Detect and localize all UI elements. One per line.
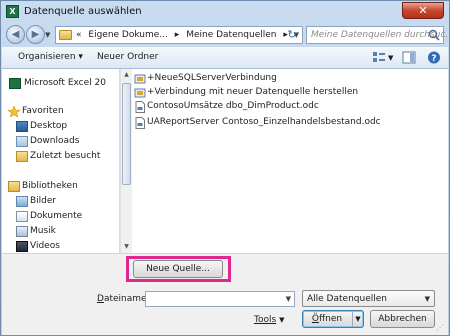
breadcrumb-item-data-sources[interactable]: Meine Datenquellen	[186, 30, 276, 40]
nav-item-documents[interactable]: Dokumente	[2, 210, 114, 224]
list-item-label: UAReportServer Contoso_Einzelhandelsbest…	[147, 117, 381, 127]
view-options-icon[interactable]	[372, 51, 386, 64]
nav-item-music[interactable]: Musik	[2, 225, 114, 239]
help-icon[interactable]: ?	[427, 51, 441, 64]
refresh-button[interactable]: ↻	[284, 28, 300, 42]
recent-locations-dropdown[interactable]: ▼	[45, 31, 50, 39]
back-button[interactable]: ◀	[6, 25, 25, 44]
odc-file-icon	[135, 117, 145, 129]
tools-label: Tools	[254, 315, 277, 325]
nav-item-label: Videos	[30, 241, 60, 251]
pictures-icon	[16, 196, 28, 207]
organize-menu[interactable]: Organisieren ▾	[18, 52, 83, 62]
nav-item-label: Favoriten	[22, 106, 64, 116]
nav-item-desktop[interactable]: Desktop	[2, 120, 114, 134]
nav-item-label: Desktop	[30, 121, 68, 131]
chevron-down-icon: ▼	[424, 295, 430, 303]
nav-item-label: Dokumente	[30, 211, 83, 221]
scroll-up-arrow[interactable]: ▲	[121, 69, 132, 81]
nav-item-label: Microsoft Excel 20	[24, 78, 106, 88]
star-icon	[8, 106, 20, 117]
nav-item-label: Bilder	[30, 196, 57, 206]
nav-item-label: Downloads	[30, 136, 80, 146]
file-type-select[interactable]: Alle Datenquellen ▼	[302, 290, 435, 307]
dialog-window: X Datenquelle auswählen ✕ ◀ ▶ ▼ « Eigene…	[0, 0, 450, 336]
forward-button[interactable]: ▶	[26, 25, 45, 44]
filename-label: Dateiname:	[97, 294, 150, 304]
address-row: ◀ ▶ ▼ « Eigene Dokume... ▸ Meine Datenqu…	[1, 23, 450, 47]
window-title: Datenquelle auswählen	[24, 6, 142, 17]
recent-places-icon	[16, 151, 28, 162]
libraries-icon	[8, 181, 20, 192]
breadcrumb: « Eigene Dokume... ▸ Meine Datenquellen …	[76, 30, 292, 40]
nav-item-recent[interactable]: Zuletzt besucht	[2, 150, 114, 164]
list-item-label: +Verbindung mit neuer Datenquelle herste…	[147, 87, 359, 97]
filename-label-text: ateiname:	[103, 294, 150, 304]
filename-input[interactable]: ▼	[145, 291, 295, 307]
breadcrumb-overflow[interactable]: «	[76, 30, 82, 40]
navigation-scrollbar[interactable]: ▲ ▼	[120, 69, 132, 253]
list-item-label: ContosoUmsätze dbo_DimProduct.odc	[147, 101, 319, 111]
nav-item-libraries[interactable]: Bibliotheken	[2, 180, 114, 194]
scrollbar-thumb[interactable]	[122, 83, 131, 185]
excel-icon	[9, 78, 21, 89]
new-connection-icon	[134, 88, 146, 98]
command-toolbar: Organisieren ▾ Neuer Ordner ▼ ?	[2, 47, 448, 69]
videos-icon	[16, 241, 28, 252]
new-connection-icon	[134, 74, 146, 84]
filename-label-accel: D	[97, 294, 104, 304]
file-list: +NeueSQLServerVerbindung +Verbindung mit…	[132, 69, 448, 253]
title-bar: X Datenquelle auswählen ✕	[1, 1, 449, 23]
tools-menu[interactable]: Tools ▼	[254, 315, 285, 325]
excel-app-icon: X	[6, 5, 19, 18]
nav-item-label: Zuletzt besucht	[30, 151, 101, 161]
svg-text:?: ?	[431, 54, 436, 64]
nav-item-label: Bibliotheken	[22, 181, 78, 191]
odc-file-icon	[135, 101, 145, 113]
nav-item-excel[interactable]: Microsoft Excel 20	[2, 77, 114, 91]
cancel-button[interactable]: Abbrechen	[370, 310, 435, 328]
downloads-icon	[16, 136, 28, 147]
list-item-label: +NeueSQLServerVerbindung	[147, 73, 277, 83]
resize-grip-icon[interactable]: ⋰	[436, 323, 446, 333]
address-bar[interactable]: « Eigene Dokume... ▸ Meine Datenquellen …	[55, 26, 303, 44]
search-input[interactable]: Meine Datenquellen durchsuc...	[306, 26, 450, 44]
music-icon	[16, 226, 28, 237]
open-label-text: ffnen	[318, 314, 343, 324]
dialog-footer: Neue Quelle... Dateiname: ▼ Alle Datenqu…	[2, 253, 448, 335]
nav-item-downloads[interactable]: Downloads	[2, 135, 114, 149]
chevron-down-icon: ▼	[279, 316, 285, 324]
filename-dropdown-arrow[interactable]: ▼	[286, 295, 291, 303]
scroll-down-arrow[interactable]: ▼	[121, 241, 132, 253]
view-dropdown-arrow[interactable]: ▼	[388, 54, 393, 62]
folder-icon	[59, 30, 72, 40]
nav-item-label: Musik	[30, 226, 56, 236]
nav-item-favorites[interactable]: Favoriten	[2, 105, 114, 119]
arrow-right-icon: ▶	[31, 29, 40, 40]
arrow-left-icon: ◀	[11, 29, 20, 40]
open-label-accel: Ö	[311, 314, 319, 324]
breadcrumb-separator[interactable]: ▸	[175, 30, 180, 40]
desktop-icon	[16, 121, 28, 132]
preview-pane-icon[interactable]	[402, 51, 416, 64]
search-icon	[428, 29, 440, 41]
close-button[interactable]: ✕	[402, 2, 444, 19]
documents-icon	[16, 211, 28, 222]
refresh-icon: ↻	[287, 28, 297, 41]
new-source-button[interactable]: Neue Quelle...	[133, 260, 223, 278]
navigation-pane: Microsoft Excel 20 Favoriten Desktop Dow…	[2, 69, 120, 253]
breadcrumb-item-documents[interactable]: Eigene Dokume...	[88, 30, 168, 40]
nav-item-videos[interactable]: Videos	[2, 240, 114, 254]
file-type-value: Alle Datenquellen	[307, 294, 387, 304]
nav-item-pictures[interactable]: Bilder	[2, 195, 114, 209]
new-folder-button[interactable]: Neuer Ordner	[97, 52, 158, 62]
open-options-dropdown[interactable]: ▼	[352, 311, 363, 327]
